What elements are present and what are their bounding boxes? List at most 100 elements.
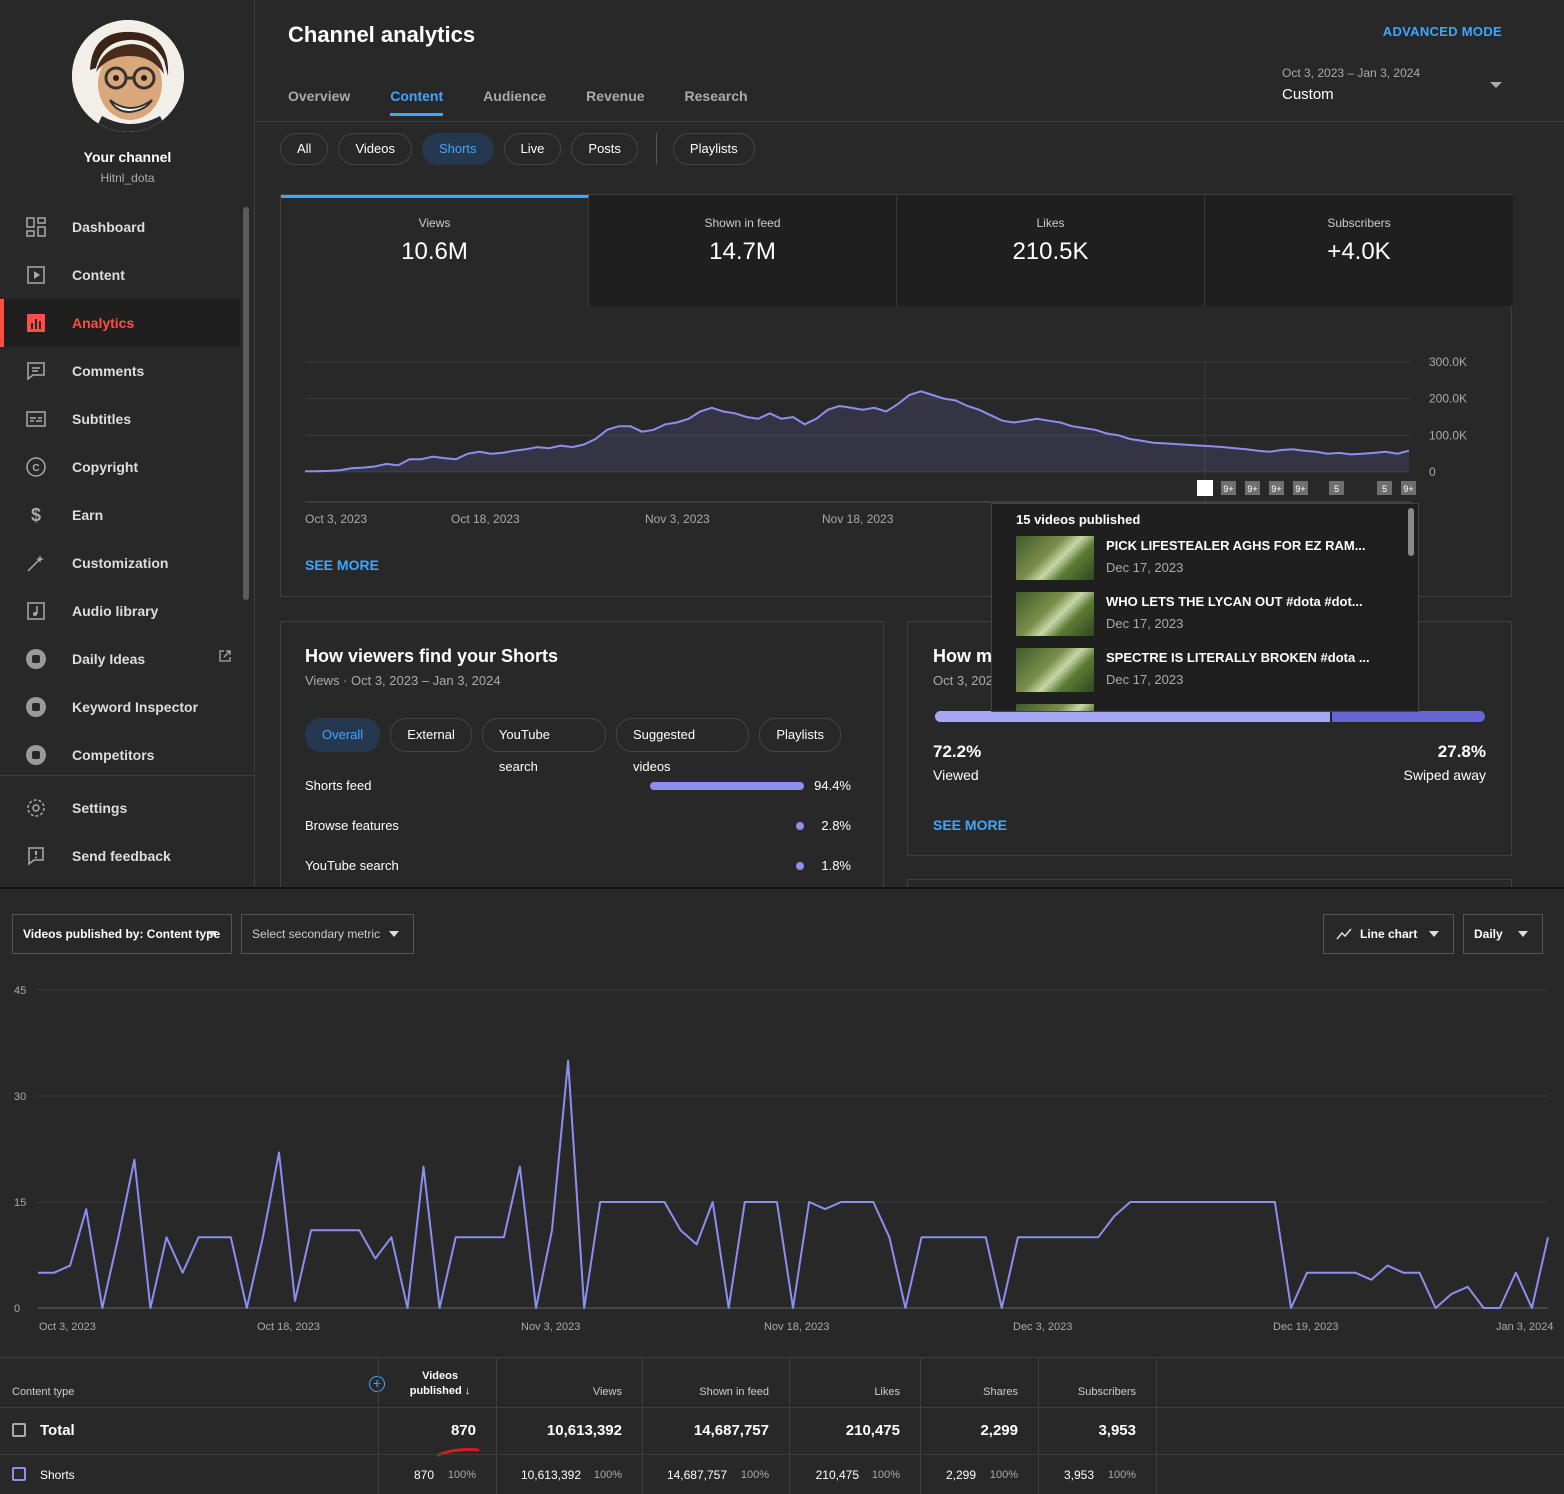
date-preset: Custom [1282, 86, 1334, 103]
video-thumbnail[interactable] [1016, 536, 1094, 580]
video-thumbnail[interactable] [1016, 704, 1094, 711]
col-shares[interactable]: Shares [922, 1386, 1018, 1398]
chip-videos[interactable]: Videos [338, 133, 412, 165]
card-title: How viewers find your Shorts [305, 646, 559, 666]
series-line[interactable] [38, 1059, 1549, 1309]
interval-dropdown[interactable]: Daily [1463, 914, 1543, 954]
checkbox[interactable] [12, 1423, 26, 1437]
metric-views[interactable]: Views 10.6M [281, 195, 589, 306]
sidebar-item-customization[interactable]: Customization [0, 539, 240, 587]
sidebar-item-daily-ideas[interactable]: Daily Ideas [0, 635, 240, 683]
sidebar-item-settings[interactable]: Settings [0, 784, 240, 832]
tab-revenue[interactable]: Revenue [586, 88, 644, 116]
sidebar-item-earn[interactable]: $ Earn [0, 491, 240, 539]
publish-marker[interactable]: 9+ [1293, 481, 1308, 495]
table-row[interactable]: Shorts 870 100% 10,613,392 100% 14,687,7… [0, 1454, 1564, 1494]
col-content-type[interactable]: Content type [12, 1386, 74, 1398]
publish-marker[interactable]: 9+ [1245, 481, 1260, 495]
publish-marker-selected[interactable] [1197, 480, 1213, 496]
chevron-down-icon[interactable] [1490, 82, 1502, 88]
sidebar-item-send-feedback[interactable]: Send feedback [0, 832, 240, 880]
chart-type-dropdown[interactable]: Line chart [1323, 914, 1454, 954]
chevron-down-icon [1429, 931, 1439, 937]
secondary-metric-dropdown[interactable]: Select secondary metric [241, 914, 414, 954]
sidebar-item-label: Dashboard [72, 219, 146, 235]
metric-label: Views [418, 216, 451, 230]
metric-shown-in-feed[interactable]: Shown in feed 14.7M [589, 195, 897, 306]
chip-playlists[interactable]: Playlists [672, 133, 755, 165]
sidebar-scrollbar[interactable] [243, 207, 249, 600]
see-more-button[interactable]: SEE MORE [933, 817, 1007, 833]
video-date: Dec 17, 2023 [1106, 616, 1184, 631]
sidebar-item-audio-library[interactable]: Audio library [0, 587, 240, 635]
publish-marker[interactable]: 9+ [1401, 481, 1416, 495]
list-item[interactable] [1016, 704, 1396, 711]
chip-shorts[interactable]: Shorts [421, 133, 494, 165]
chip-all[interactable]: All [280, 133, 329, 165]
tab-content[interactable]: Content [390, 88, 444, 116]
x-tick-label: Nov 18, 2023 [822, 512, 894, 526]
content-type-chips: All Videos Shorts Live Posts Playlists [280, 133, 765, 165]
chip-overall[interactable]: Overall [305, 718, 381, 752]
sidebar-item-competitors[interactable]: Competitors [0, 731, 240, 779]
publish-marker[interactable]: 9+ [1269, 481, 1284, 495]
chip-suggested-videos[interactable]: Suggested videos [615, 718, 750, 774]
sidebar-item-label: Content [72, 267, 125, 283]
x-tick-label: Jan 3, 2024 [1496, 1321, 1554, 1333]
col-shown-in-feed[interactable]: Shown in feed [645, 1386, 769, 1398]
content-icon [24, 263, 48, 287]
sidebar-item-analytics[interactable]: Analytics [0, 299, 240, 347]
chip-posts[interactable]: Posts [571, 133, 638, 165]
tab-research[interactable]: Research [685, 88, 748, 116]
col-videos-published[interactable]: Videos published ↓ [400, 1370, 480, 1397]
sidebar-item-dashboard[interactable]: Dashboard [0, 203, 240, 251]
sidebar-item-keyword-inspector[interactable]: Keyword Inspector [0, 683, 240, 731]
chip-youtube-search[interactable]: YouTube search [481, 718, 606, 774]
tab-audience[interactable]: Audience [483, 88, 546, 116]
date-range-selector[interactable]: Oct 3, 2023 – Jan 3, 2024 Custom [1282, 66, 1420, 103]
publish-marker-label: 9+ [1271, 484, 1281, 494]
list-item[interactable]: WHO LETS THE LYCAN OUT #dota #dot... Dec… [1016, 592, 1396, 640]
popup-scrollbar[interactable] [1408, 508, 1414, 556]
external-link-icon[interactable] [218, 649, 232, 666]
videos-published-chart[interactable]: 0 15 30 45 Oct 3, 2023 Oct 18, 2023 Nov 3, 202… [0, 969, 1564, 1419]
cell-likes: 210,475 [815, 1468, 859, 1482]
publish-marker-label: 5 [1382, 484, 1387, 494]
sidebar-item-content[interactable]: Content [0, 251, 240, 299]
studio-analytics-panel: Your channel Hitnl_dota Dashboard Content… [0, 0, 1564, 887]
checkbox[interactable] [12, 1467, 26, 1481]
metric-likes[interactable]: Likes 210.5K [897, 195, 1205, 306]
chip-live[interactable]: Live [503, 133, 562, 165]
viewed-pct: 72.2% [933, 742, 982, 761]
publish-marker[interactable]: 5 [1329, 481, 1344, 495]
dimension-dropdown[interactable]: Videos published by: Content type [12, 914, 232, 954]
metric-subscribers[interactable]: Subscribers +4.0K [1205, 195, 1513, 306]
publish-marker[interactable]: 9+ [1221, 481, 1236, 495]
publish-marker[interactable]: 5 [1377, 481, 1392, 495]
col-likes[interactable]: Likes [792, 1386, 900, 1398]
advanced-mode-button[interactable]: ADVANCED MODE [1383, 24, 1502, 39]
avatar[interactable] [72, 20, 184, 132]
chip-playlists[interactable]: Playlists [759, 718, 841, 752]
list-item[interactable]: SPECTRE IS LITERALLY BROKEN #dota ... De… [1016, 648, 1396, 696]
tab-overview[interactable]: Overview [288, 88, 350, 116]
sidebar-item-comments[interactable]: Comments [0, 347, 240, 395]
col-divider [920, 1357, 921, 1494]
source-bar [796, 862, 804, 870]
chip-external[interactable]: External [390, 718, 472, 752]
sidebar-item-label: Send feedback [72, 848, 171, 864]
row-label: Total [40, 1422, 75, 1439]
publish-marker-label: 5 [1334, 484, 1339, 494]
list-item[interactable]: PICK LIFESTEALER AGHS FOR EZ RAM... Dec … [1016, 536, 1396, 584]
see-more-button[interactable]: SEE MORE [305, 557, 379, 573]
metric-value: 14.7M [709, 238, 776, 265]
col-views[interactable]: Views [500, 1386, 622, 1398]
add-column-icon[interactable]: + [369, 1376, 385, 1392]
sidebar-item-copyright[interactable]: C Copyright [0, 443, 240, 491]
video-thumbnail[interactable] [1016, 648, 1094, 692]
tabs-divider [256, 121, 1564, 122]
col-subscribers[interactable]: Subscribers [1040, 1386, 1136, 1398]
list-item: YouTube search 1.8% [305, 858, 851, 887]
sidebar-item-subtitles[interactable]: Subtitles [0, 395, 240, 443]
video-thumbnail[interactable] [1016, 592, 1094, 636]
